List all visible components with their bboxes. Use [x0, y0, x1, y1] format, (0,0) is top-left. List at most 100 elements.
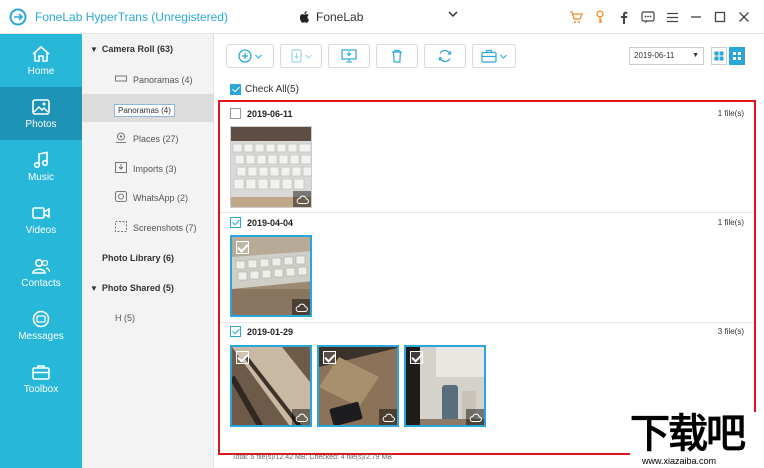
tree-item-label: Screenshots (7) — [133, 223, 197, 233]
group-checkbox[interactable] — [230, 108, 241, 119]
watermark-logo: 下载吧 www.xiazaiba.com — [630, 412, 762, 468]
nav-contacts-label: Contacts — [21, 277, 61, 289]
nav-home-label: Home — [27, 65, 55, 77]
music-icon — [33, 151, 49, 168]
photo-checkbox[interactable] — [236, 241, 249, 254]
group-header-2019-06-11[interactable]: 2019-06-11 — [230, 108, 293, 119]
delete-button[interactable] — [376, 44, 418, 68]
view-small-grid-button[interactable] — [729, 47, 745, 65]
whatsapp-icon — [115, 191, 127, 202]
device-selector[interactable]: FoneLab — [300, 8, 458, 26]
camera-roll-label: Camera Roll (63) — [101, 44, 173, 54]
nav-messages-label: Messages — [18, 330, 64, 342]
maximize-icon[interactable] — [710, 7, 730, 27]
caret-down-icon: ▼ — [692, 52, 699, 59]
photo-checkbox[interactable] — [323, 351, 336, 364]
watermark-url: www.xiazaiba.com — [642, 456, 717, 466]
expand-triangle-icon: ▼ — [90, 284, 98, 293]
photo-thumbnail[interactable] — [230, 126, 312, 208]
cart-icon[interactable] — [566, 7, 586, 27]
watermark-title: 下载吧 — [630, 411, 746, 457]
feedback-icon[interactable] — [638, 7, 658, 27]
group-date: 2019-06-11 — [247, 108, 293, 119]
nav-messages[interactable]: Messages — [0, 299, 82, 352]
nav-videos[interactable]: Videos — [0, 193, 82, 246]
tree-item-shared-h[interactable]: H (5) — [82, 303, 214, 331]
nav-toolbox-label: Toolbox — [23, 383, 59, 395]
tree-item-label: Imports (3) — [133, 164, 177, 174]
title-bar: FoneLab HyperTrans (Unregistered) FoneLa… — [0, 0, 764, 34]
nav-videos-label: Videos — [25, 224, 57, 236]
photo-checkbox[interactable] — [410, 351, 423, 364]
toolbox-icon — [32, 364, 50, 380]
imports-icon — [115, 162, 127, 173]
nav-contacts[interactable]: Contacts — [0, 246, 82, 299]
photo-thumbnail[interactable] — [230, 235, 312, 317]
menu-icon[interactable] — [662, 7, 682, 27]
view-large-grid-button[interactable] — [711, 47, 727, 65]
tree-item-imports[interactable]: Imports (3) — [82, 154, 214, 182]
group-divider — [220, 322, 754, 323]
nav-photos-label: Photos — [25, 118, 57, 130]
add-icon — [238, 49, 252, 63]
app-title: FoneLab HyperTrans (Unregistered) — [35, 10, 228, 24]
group-date: 2019-01-29 — [247, 326, 294, 337]
photos-icon — [32, 98, 50, 115]
check-all[interactable]: Check All(5) — [230, 84, 299, 95]
photo-category-tree: ▼ Camera Roll (63) Panoramas (4) Places (… — [82, 34, 214, 468]
check-all-checkbox[interactable] — [230, 84, 241, 95]
photo-shared-label: Photo Shared (5) — [101, 283, 174, 293]
nav-photos[interactable]: Photos — [0, 87, 82, 140]
small-grid-icon — [733, 52, 741, 60]
nav-music[interactable]: Music — [0, 140, 82, 193]
photo-grid: 2019-06-11 1 file(s) 2019-04-04 1 file(s… — [218, 100, 756, 455]
tree-group-photo-library[interactable]: Photo Library (6) — [102, 253, 174, 263]
photo-thumbnail[interactable] — [404, 345, 486, 427]
main-toolbar — [226, 44, 516, 68]
icloud-icon — [293, 191, 311, 207]
photo-thumbnail[interactable] — [317, 345, 399, 427]
nav-home[interactable]: Home — [0, 34, 82, 87]
export-to-pc-button[interactable] — [328, 44, 370, 68]
check-all-label: Check All(5) — [245, 84, 299, 95]
group-checkbox[interactable] — [230, 326, 241, 337]
tree-group-camera-roll[interactable]: ▼ Camera Roll (63) — [90, 44, 173, 54]
group-file-count: 1 file(s) — [717, 109, 744, 118]
chevron-down-icon — [448, 11, 458, 18]
nav-toolbox[interactable]: Toolbox — [0, 352, 82, 405]
large-grid-icon — [714, 51, 724, 61]
messages-icon — [32, 310, 50, 327]
group-date: 2019-04-04 — [247, 217, 294, 228]
facebook-icon[interactable] — [614, 7, 634, 27]
group-header-2019-01-29[interactable]: 2019-01-29 — [230, 326, 293, 337]
chevron-down-icon — [500, 54, 507, 59]
tree-item-label: Places (27) — [133, 134, 179, 144]
chevron-down-icon — [255, 54, 262, 59]
tree-group-photo-shared[interactable]: ▼ Photo Shared (5) — [90, 283, 174, 293]
photo-checkbox[interactable] — [236, 351, 249, 364]
group-checkbox[interactable] — [230, 217, 241, 228]
tree-item-places[interactable]: Places (27) — [82, 124, 214, 152]
minimize-icon[interactable] — [686, 7, 706, 27]
refresh-icon — [438, 49, 452, 63]
group-header-2019-04-04[interactable]: 2019-04-04 — [230, 217, 293, 228]
tree-item-label: Panoramas (4) — [133, 75, 193, 85]
contacts-icon — [32, 258, 51, 274]
icloud-icon — [292, 299, 310, 315]
tree-item-label: H (5) — [115, 313, 135, 323]
close-icon[interactable] — [734, 7, 754, 27]
tree-item-panoramas[interactable]: Panoramas (4) — [82, 65, 214, 93]
photo-thumbnail[interactable] — [230, 345, 312, 427]
tree-item-whatsapp[interactable]: WhatsApp (2) — [82, 183, 214, 211]
date-filter-select[interactable]: 2019-06-11 ▼ — [629, 47, 704, 65]
key-icon[interactable] — [590, 7, 610, 27]
view-mode-toggle — [711, 47, 745, 65]
export-to-device-button[interactable] — [280, 44, 322, 68]
toolbox-menu-button[interactable] — [472, 44, 516, 68]
add-button[interactable] — [226, 44, 274, 68]
icloud-icon — [379, 409, 397, 425]
tree-item-screenshots[interactable]: Screenshots (7) — [82, 213, 214, 241]
refresh-button[interactable] — [424, 44, 466, 68]
tree-item-label: WhatsApp (2) — [133, 193, 189, 203]
chevron-down-icon — [304, 54, 312, 59]
